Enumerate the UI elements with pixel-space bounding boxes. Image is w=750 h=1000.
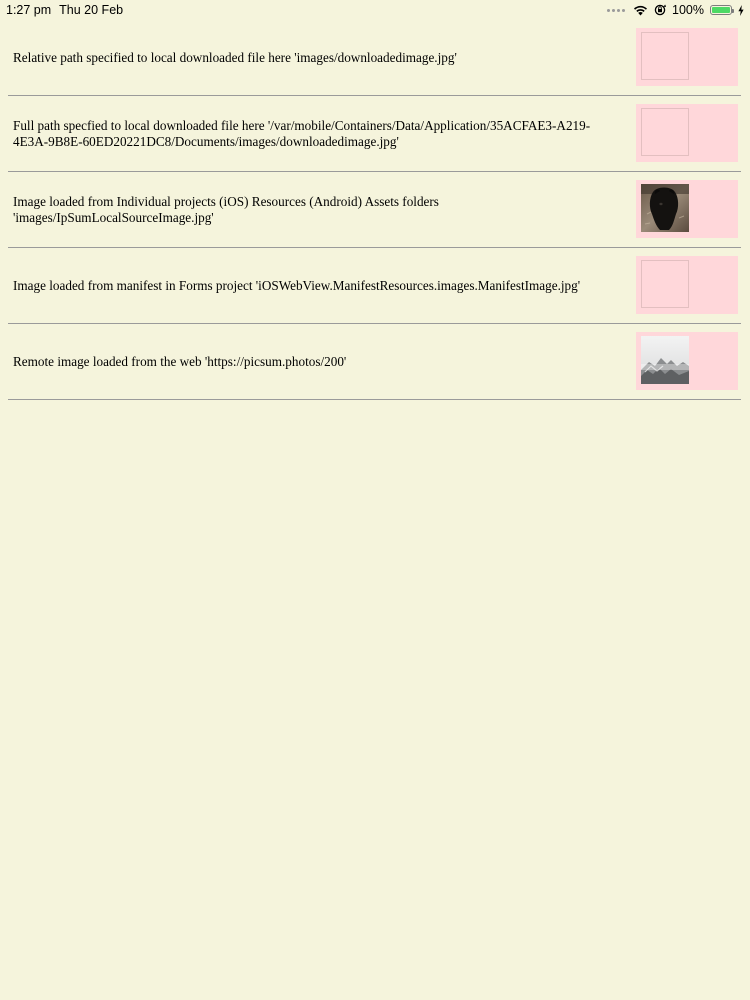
battery-percent: 100% (672, 3, 704, 17)
status-time: 1:27 pm (6, 3, 52, 17)
dark-animal-photo (641, 184, 689, 232)
image-container (636, 180, 738, 238)
orientation-lock-icon (654, 4, 666, 16)
list-item[interactable]: Image loaded from manifest in Forms proj… (8, 248, 741, 324)
list-item-label: Remote image loaded from the web 'https:… (13, 353, 347, 369)
list-item[interactable]: Full path specfied to local downloaded f… (8, 96, 741, 172)
status-bar: 1:27 pm Thu 20 Feb 100% (0, 0, 750, 20)
image-container (636, 256, 738, 314)
list-item[interactable]: Relative path specified to local downloa… (8, 20, 741, 96)
image-container (636, 28, 738, 86)
status-right: 100% (607, 2, 744, 18)
misty-mountain-photo (641, 336, 689, 384)
status-left: 1:27 pm Thu 20 Feb (6, 3, 123, 17)
empty-image-placeholder (641, 260, 689, 308)
battery-icon (710, 5, 734, 15)
list-item-label: Image loaded from Individual projects (i… (13, 193, 439, 225)
image-container (636, 104, 738, 162)
battery-fill (712, 7, 730, 13)
empty-image-placeholder (641, 32, 689, 80)
charging-bolt-icon (738, 4, 744, 16)
image-list: Relative path specified to local downloa… (8, 20, 741, 400)
image-container (636, 332, 738, 390)
list-item[interactable]: Remote image loaded from the web 'https:… (8, 324, 741, 400)
list-item-label: Full path specfied to local downloaded f… (13, 117, 591, 149)
status-date: Thu 20 Feb (59, 3, 124, 17)
empty-image-placeholder (641, 108, 689, 156)
list-item[interactable]: Image loaded from Individual projects (i… (8, 172, 741, 248)
list-item-label: Image loaded from manifest in Forms proj… (13, 277, 581, 293)
list-item-label: Relative path specified to local downloa… (13, 49, 457, 65)
signal-dots-icon (607, 8, 626, 12)
wifi-icon (633, 5, 648, 16)
